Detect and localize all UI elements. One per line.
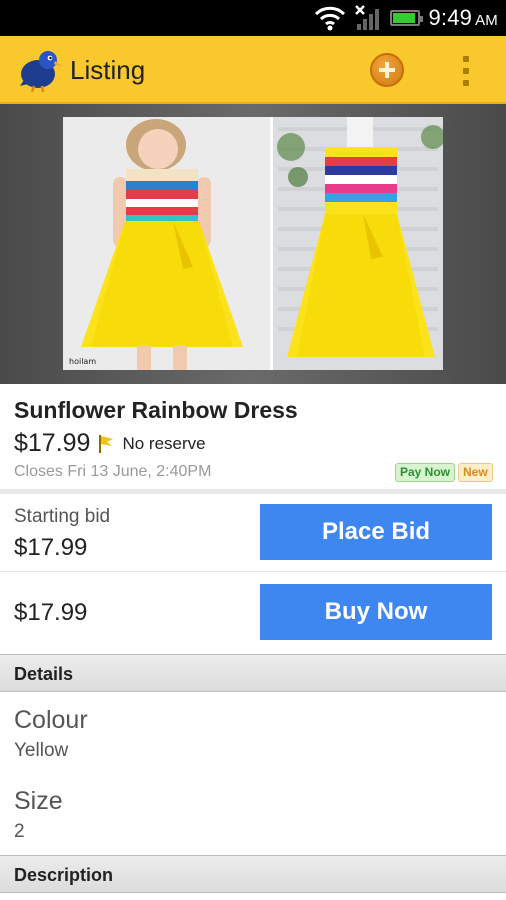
- photo-watermark: hoilam: [69, 357, 97, 366]
- detail-size-label: Size: [14, 787, 63, 815]
- starting-bid-value: $17.99: [14, 534, 88, 561]
- add-circle-icon[interactable]: [370, 53, 404, 87]
- details-header: Details: [0, 654, 506, 692]
- buy-now-price: $17.99: [14, 599, 88, 626]
- pay-now-badge: Pay Now: [395, 463, 456, 482]
- price-row: $17.99 No reserve: [14, 429, 206, 458]
- flag-icon: [99, 434, 114, 453]
- details-header-label: Details: [14, 664, 74, 684]
- action-bar: Listing: [0, 36, 506, 104]
- status-bar: 9:49 AM: [0, 0, 506, 36]
- detail-size-value: 2: [14, 821, 25, 842]
- current-price: $17.99: [14, 429, 91, 457]
- closing-time: Closes Fri 13 June, 2:40PM: [14, 463, 212, 480]
- signal-no-service-icon: [355, 5, 380, 30]
- reserve-status: No reserve: [122, 433, 206, 453]
- battery-icon: [390, 10, 424, 26]
- listing-title: Sunflower Rainbow Dress: [14, 397, 298, 423]
- clock-time: 9:49: [428, 5, 473, 30]
- product-photo[interactable]: hoilam: [63, 117, 443, 370]
- image-gallery[interactable]: hoilam: [0, 104, 506, 384]
- kiwi-bird-logo-icon[interactable]: [16, 46, 64, 94]
- overflow-menu-icon[interactable]: [461, 56, 471, 86]
- dress-photo-illustration: [63, 117, 443, 370]
- battery-fill: [393, 13, 416, 23]
- description-header[interactable]: Description: [0, 855, 506, 893]
- bid-row: Starting bid $17.99 Place Bid: [0, 494, 506, 572]
- starting-bid-label: Starting bid: [14, 506, 111, 527]
- detail-colour-label: Colour: [14, 706, 88, 734]
- overflow-dot: [463, 80, 469, 86]
- place-bid-button[interactable]: Place Bid: [260, 504, 492, 560]
- detail-colour-value: Yellow: [14, 740, 69, 761]
- clock-ampm: AM: [475, 12, 498, 29]
- listing-summary: Sunflower Rainbow Dress $17.99 No reserv…: [0, 384, 506, 488]
- buy-now-button[interactable]: Buy Now: [260, 584, 492, 640]
- status-icons: 9:49 AM: [314, 0, 498, 36]
- photo-divider: [270, 117, 273, 370]
- clock: 9:49 AM: [428, 5, 498, 31]
- overflow-dot: [463, 68, 469, 74]
- wifi-icon: [315, 6, 346, 31]
- buy-now-row: $17.99 Buy Now: [0, 573, 506, 653]
- new-badge: New: [458, 463, 493, 482]
- description-header-label: Description: [14, 865, 114, 885]
- overflow-dot: [463, 56, 469, 62]
- screen-title: Listing: [70, 55, 146, 85]
